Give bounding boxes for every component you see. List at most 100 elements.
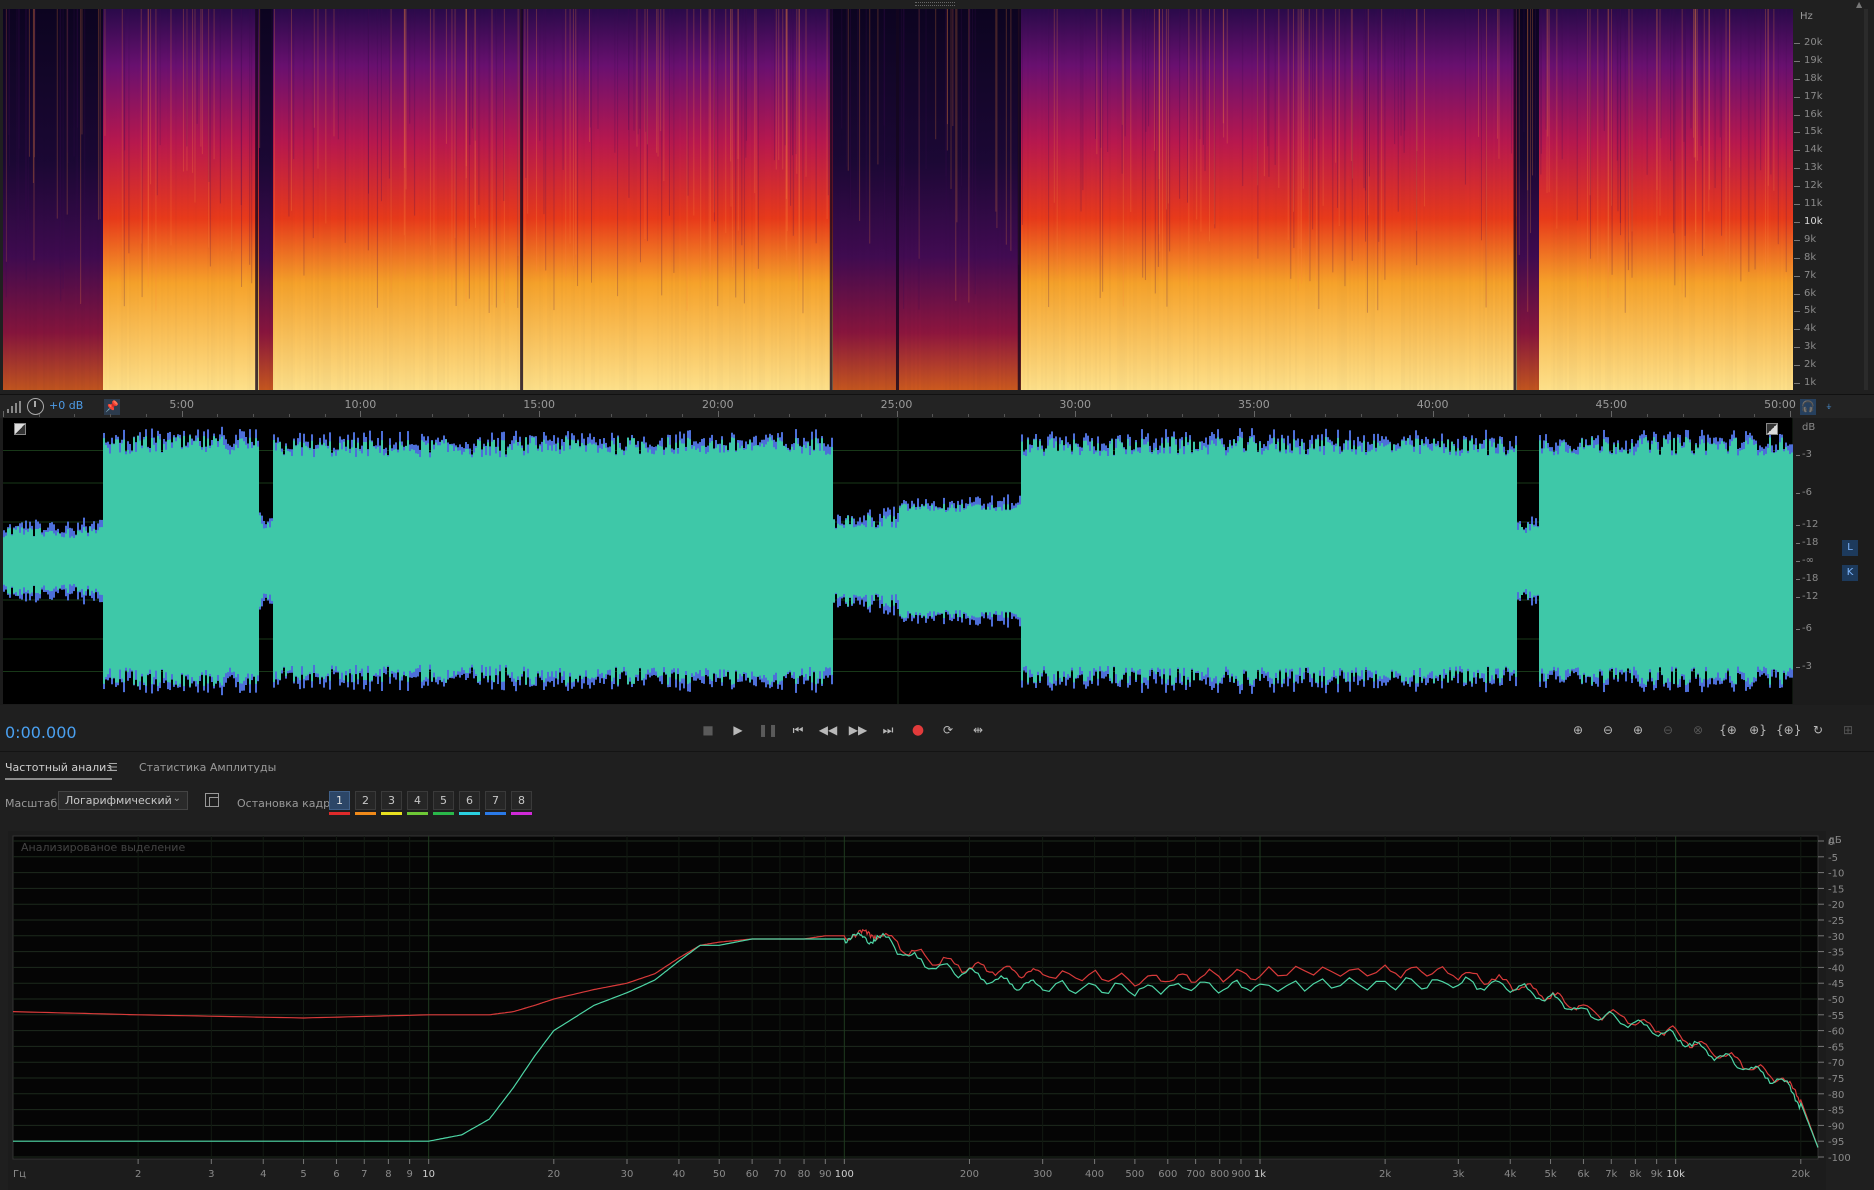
zoom-out-full-icon[interactable]: ⊗ <box>1686 720 1710 740</box>
hold-button-7[interactable]: 7 <box>485 791 506 810</box>
spectrogram-striation <box>1301 9 1303 284</box>
spectrogram-column <box>215 9 217 390</box>
zoom-to-fit-icon[interactable]: ⊞ <box>1836 720 1860 740</box>
spectrogram-striation <box>141 9 143 298</box>
zoom-out-amplitude-icon[interactable]: ⊖ <box>1596 720 1620 740</box>
marker-icon[interactable]: ⍖ <box>1822 399 1836 415</box>
record-icon[interactable]: ● <box>907 720 929 740</box>
spectral-display[interactable]: Hz 20k 19k 18k 17k 16k 15k 14k 13k 12k 11k 10k 9k 8k… <box>0 0 1874 394</box>
waveform-sample <box>955 511 957 611</box>
spectrogram-column <box>181 9 183 390</box>
pin-icon[interactable]: 📌 <box>104 399 120 415</box>
spectrogram-column <box>1433 9 1435 390</box>
tab-amplitude-statistics[interactable]: Статистика Амплитуды <box>139 761 276 774</box>
spectrogram-striation <box>1540 9 1542 154</box>
waveform-sample <box>1755 443 1757 679</box>
hold-button-1[interactable]: 1 <box>329 791 350 810</box>
spectrogram-column <box>1439 9 1441 390</box>
channel-left-toggle[interactable]: L <box>1842 540 1858 556</box>
spectrogram-striation <box>877 9 879 165</box>
waveform-sample <box>1189 439 1191 683</box>
waveform-sample <box>1775 452 1777 670</box>
stop-icon[interactable]: ■ <box>697 720 719 740</box>
waveform-sample <box>1111 439 1113 683</box>
ruler-tick <box>1539 414 1541 417</box>
x-tick-label: 60 <box>746 1169 759 1180</box>
hold-button-6[interactable]: 6 <box>459 791 480 810</box>
zoom-in-point-in-icon[interactable]: {⊕ <box>1716 720 1740 740</box>
hold-button-8[interactable]: 8 <box>511 791 532 810</box>
hold-button-2[interactable]: 2 <box>355 791 376 810</box>
zoom-reset-icon[interactable]: ↻ <box>1806 720 1830 740</box>
zoom-to-selection-icon[interactable]: {⊕} <box>1776 720 1801 740</box>
ruler-tick <box>1182 414 1184 417</box>
time-ruler[interactable]: +0 dB 📌 5:00 10:00 15:00 20:00 25:00 30:00 35:… <box>0 394 1874 418</box>
zoom-out-time-icon[interactable]: ⊖ <box>1656 720 1680 740</box>
spectrogram-column <box>931 9 933 390</box>
fade-in-handle-icon[interactable] <box>14 423 26 435</box>
waveform-sample <box>195 441 197 681</box>
play-icon[interactable]: ▶ <box>727 720 749 740</box>
waveform-sample <box>1501 443 1503 679</box>
spectrogram-column <box>1783 9 1785 390</box>
waveform-sample <box>247 448 249 674</box>
rewind-icon[interactable]: ◀◀ <box>817 720 839 740</box>
ruler-label: 20:00 <box>701 398 734 411</box>
spectrogram-column <box>379 9 381 390</box>
scale-dropdown[interactable]: Логарифмический ⌄ <box>58 791 188 810</box>
vertical-scrollbar[interactable] <box>1864 9 1868 390</box>
waveform-sample <box>1733 438 1735 684</box>
spectrogram-striation <box>1299 9 1301 250</box>
frequency-analysis-chart[interactable]: 0 -5 -10 -15 -20 -25 -30 -35 -40 -45 -50 -55 -60 -65-… <box>8 831 1873 1190</box>
waveform-sample <box>755 445 757 677</box>
pause-icon[interactable]: ❚❚ <box>757 720 779 740</box>
hold-button-3[interactable]: 3 <box>381 791 402 810</box>
spectrogram-column <box>721 9 723 390</box>
ruler-tick <box>717 411 719 417</box>
hz-tick <box>1794 347 1800 349</box>
waveform-sample <box>781 441 783 681</box>
waveform-sample <box>719 452 721 670</box>
spectrogram-column <box>683 9 685 390</box>
hold-button-5[interactable]: 5 <box>433 791 454 810</box>
spectrogram-striation <box>1107 9 1109 152</box>
tab-frequency-analysis[interactable]: Частотный анализ <box>5 761 113 780</box>
spectrogram-column <box>1177 9 1179 390</box>
waveform[interactable] <box>3 418 1793 704</box>
waveform-display[interactable]: dB -3 -6 -12 -18 -∞ -18 -12 -6 -3 L K <box>0 418 1874 712</box>
spectrogram[interactable] <box>3 9 1793 390</box>
waveform-sample <box>127 449 129 673</box>
spectrogram-column <box>631 9 633 390</box>
current-time-display[interactable]: 0:00.000 <box>5 723 77 742</box>
spectrogram-column <box>297 9 299 390</box>
headphones-icon[interactable]: 🎧 <box>1800 399 1816 415</box>
channel-right-toggle[interactable]: K <box>1842 565 1858 581</box>
spectrogram-column <box>1069 9 1071 390</box>
zoom-in-point-out-icon[interactable]: ⊕} <box>1746 720 1770 740</box>
panel-resize-grip[interactable] <box>915 2 955 6</box>
loop-icon[interactable]: ⟳ <box>937 720 959 740</box>
spectrogram-striation <box>950 9 952 189</box>
move-to-end-icon[interactable]: ⏭ <box>877 720 899 740</box>
gain-knob-icon[interactable] <box>27 398 44 415</box>
hold-button-4[interactable]: 4 <box>407 791 428 810</box>
fast-forward-icon[interactable]: ▶▶ <box>847 720 869 740</box>
waveform-sample <box>21 527 23 595</box>
skip-selection-icon[interactable]: ⇹ <box>967 720 989 740</box>
zoom-in-amplitude-icon[interactable]: ⊕ <box>1566 720 1590 740</box>
spectrogram-striation <box>687 9 689 196</box>
spectrogram-striation <box>901 9 903 186</box>
level-meter-icon[interactable] <box>6 401 22 413</box>
panel-menu-icon[interactable]: ☰ <box>108 761 118 774</box>
copy-all-icon[interactable] <box>205 793 219 807</box>
gain-value[interactable]: +0 dB <box>49 399 83 412</box>
zoom-in-time-icon[interactable]: ⊕ <box>1626 720 1650 740</box>
scroll-up-icon[interactable]: ▲ <box>1856 0 1862 9</box>
spectrogram-column <box>681 9 683 390</box>
fade-out-handle-icon[interactable] <box>1766 423 1778 435</box>
move-to-start-icon[interactable]: ⏮ <box>787 720 809 740</box>
spectrogram-column <box>1409 9 1411 390</box>
spectrogram-striation <box>786 9 788 232</box>
waveform-sample <box>1227 452 1229 670</box>
spectrogram-column <box>1501 9 1503 390</box>
